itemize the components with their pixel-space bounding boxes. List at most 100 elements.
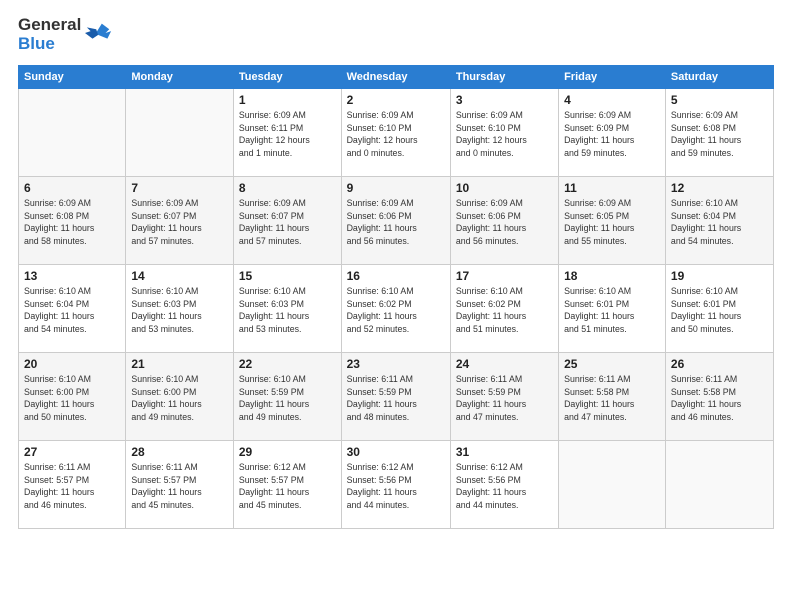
week-row-1: 1 Sunrise: 6:09 AMSunset: 6:11 PMDaylight… <box>19 88 774 176</box>
calendar-cell: 29Sunrise: 6:12 AMSunset: 5:57 PMDayligh… <box>233 440 341 528</box>
day-info: Sunrise: 6:09 AMSunset: 6:10 PMDaylight:… <box>347 109 445 160</box>
day-info: Sunrise: 6:10 AMSunset: 6:04 PMDaylight:… <box>24 285 120 336</box>
weekday-header-tuesday: Tuesday <box>233 65 341 88</box>
calendar-cell: 13 Sunrise: 6:10 AMSunset: 6:04 PMDayligh… <box>19 264 126 352</box>
logo: General Blue <box>18 16 113 55</box>
weekday-header-friday: Friday <box>559 65 666 88</box>
header: General Blue <box>18 16 774 55</box>
calendar-cell: 30 Sunrise: 6:12 AMSunset: 5:56 PMDayligh… <box>341 440 450 528</box>
day-info: Sunrise: 6:10 AMSunset: 6:03 PMDaylight:… <box>131 285 228 336</box>
day-number: 22 <box>239 357 336 371</box>
calendar-cell: 25Sunrise: 6:11 AMSunset: 5:58 PMDayligh… <box>559 352 666 440</box>
calendar-cell: 3 Sunrise: 6:09 AMSunset: 6:10 PMDaylight… <box>450 88 558 176</box>
day-info: Sunrise: 6:10 AMSunset: 6:00 PMDaylight:… <box>131 373 228 424</box>
day-info: Sunrise: 6:10 AMSunset: 6:04 PMDaylight:… <box>671 197 768 248</box>
day-number: 12 <box>671 181 768 195</box>
day-info: Sunrise: 6:09 AMSunset: 6:08 PMDaylight:… <box>24 197 120 248</box>
day-number: 27 <box>24 445 120 459</box>
calendar-cell: 21 Sunrise: 6:10 AMSunset: 6:00 PMDayligh… <box>126 352 234 440</box>
calendar-cell: 5 Sunrise: 6:09 AMSunset: 6:08 PMDaylight… <box>665 88 773 176</box>
calendar-cell <box>126 88 234 176</box>
calendar-cell: 26Sunrise: 6:11 AMSunset: 5:58 PMDayligh… <box>665 352 773 440</box>
calendar-cell: 10 Sunrise: 6:09 AMSunset: 6:06 PMDayligh… <box>450 176 558 264</box>
day-number: 24 <box>456 357 553 371</box>
calendar-cell: 31 Sunrise: 6:12 AMSunset: 5:56 PMDayligh… <box>450 440 558 528</box>
day-info: Sunrise: 6:09 AMSunset: 6:10 PMDaylight:… <box>456 109 553 160</box>
weekday-header-saturday: Saturday <box>665 65 773 88</box>
day-info: Sunrise: 6:10 AMSunset: 6:01 PMDaylight:… <box>671 285 768 336</box>
logo-text-general: General <box>18 15 81 34</box>
calendar-cell <box>665 440 773 528</box>
day-number: 17 <box>456 269 553 283</box>
calendar-cell: 16 Sunrise: 6:10 AMSunset: 6:02 PMDayligh… <box>341 264 450 352</box>
day-info: Sunrise: 6:10 AMSunset: 6:00 PMDaylight:… <box>24 373 120 424</box>
day-number: 21 <box>131 357 228 371</box>
calendar-cell <box>19 88 126 176</box>
week-row-4: 20 Sunrise: 6:10 AMSunset: 6:00 PMDayligh… <box>19 352 774 440</box>
calendar-cell: 8 Sunrise: 6:09 AMSunset: 6:07 PMDaylight… <box>233 176 341 264</box>
weekday-header-thursday: Thursday <box>450 65 558 88</box>
calendar-cell <box>559 440 666 528</box>
day-number: 30 <box>347 445 445 459</box>
day-info: Sunrise: 6:10 AMSunset: 6:02 PMDaylight:… <box>456 285 553 336</box>
day-info: Sunrise: 6:09 AMSunset: 6:05 PMDaylight:… <box>564 197 660 248</box>
day-info: Sunrise: 6:10 AMSunset: 6:01 PMDaylight:… <box>564 285 660 336</box>
day-number: 18 <box>564 269 660 283</box>
day-number: 6 <box>24 181 120 195</box>
day-info: Sunrise: 6:09 AMSunset: 6:09 PMDaylight:… <box>564 109 660 160</box>
day-info: Sunrise: 6:09 AMSunset: 6:07 PMDaylight:… <box>239 197 336 248</box>
weekday-header-wednesday: Wednesday <box>341 65 450 88</box>
calendar-cell: 22 Sunrise: 6:10 AMSunset: 5:59 PMDayligh… <box>233 352 341 440</box>
calendar-cell: 7 Sunrise: 6:09 AMSunset: 6:07 PMDaylight… <box>126 176 234 264</box>
day-number: 23 <box>347 357 445 371</box>
day-number: 14 <box>131 269 228 283</box>
day-number: 25 <box>564 357 660 371</box>
calendar-cell: 19 Sunrise: 6:10 AMSunset: 6:01 PMDayligh… <box>665 264 773 352</box>
day-number: 31 <box>456 445 553 459</box>
day-info: Sunrise: 6:11 AMSunset: 5:59 PMDaylight:… <box>347 373 445 424</box>
day-info: Sunrise: 6:10 AMSunset: 6:03 PMDaylight:… <box>239 285 336 336</box>
day-info: Sunrise: 6:12 AMSunset: 5:57 PMDaylight:… <box>239 461 336 512</box>
day-number: 3 <box>456 93 553 107</box>
day-info: Sunrise: 6:09 AMSunset: 6:06 PMDaylight:… <box>347 197 445 248</box>
week-row-3: 13 Sunrise: 6:10 AMSunset: 6:04 PMDayligh… <box>19 264 774 352</box>
calendar-cell: 12 Sunrise: 6:10 AMSunset: 6:04 PMDayligh… <box>665 176 773 264</box>
day-number: 19 <box>671 269 768 283</box>
weekday-header-monday: Monday <box>126 65 234 88</box>
weekday-header-sunday: Sunday <box>19 65 126 88</box>
page: General Blue SundayMondayTuesdayWednesda… <box>0 0 792 612</box>
day-number: 7 <box>131 181 228 195</box>
week-row-2: 6 Sunrise: 6:09 AMSunset: 6:08 PMDaylight… <box>19 176 774 264</box>
calendar-cell: 17 Sunrise: 6:10 AMSunset: 6:02 PMDayligh… <box>450 264 558 352</box>
day-number: 13 <box>24 269 120 283</box>
calendar-cell: 14 Sunrise: 6:10 AMSunset: 6:03 PMDayligh… <box>126 264 234 352</box>
day-number: 9 <box>347 181 445 195</box>
day-number: 20 <box>24 357 120 371</box>
day-info: Sunrise: 6:11 AMSunset: 5:57 PMDaylight:… <box>24 461 120 512</box>
day-info: Sunrise: 6:12 AMSunset: 5:56 PMDaylight:… <box>347 461 445 512</box>
day-info: Sunrise: 6:09 AMSunset: 6:08 PMDaylight:… <box>671 109 768 160</box>
day-info: Sunrise: 6:12 AMSunset: 5:56 PMDaylight:… <box>456 461 553 512</box>
day-info: Sunrise: 6:09 AMSunset: 6:11 PMDaylight:… <box>239 109 336 160</box>
calendar-cell: 2 Sunrise: 6:09 AMSunset: 6:10 PMDaylight… <box>341 88 450 176</box>
calendar-cell: 4 Sunrise: 6:09 AMSunset: 6:09 PMDaylight… <box>559 88 666 176</box>
calendar-cell: 27 Sunrise: 6:11 AMSunset: 5:57 PMDayligh… <box>19 440 126 528</box>
day-number: 5 <box>671 93 768 107</box>
day-number: 4 <box>564 93 660 107</box>
day-number: 16 <box>347 269 445 283</box>
day-info: Sunrise: 6:11 AMSunset: 5:57 PMDaylight:… <box>131 461 228 512</box>
week-row-5: 27 Sunrise: 6:11 AMSunset: 5:57 PMDayligh… <box>19 440 774 528</box>
day-info: Sunrise: 6:10 AMSunset: 6:02 PMDaylight:… <box>347 285 445 336</box>
day-info: Sunrise: 6:09 AMSunset: 6:07 PMDaylight:… <box>131 197 228 248</box>
calendar-cell: 18 Sunrise: 6:10 AMSunset: 6:01 PMDayligh… <box>559 264 666 352</box>
weekday-header-row: SundayMondayTuesdayWednesdayThursdayFrid… <box>19 65 774 88</box>
calendar-cell: 23 Sunrise: 6:11 AMSunset: 5:59 PMDayligh… <box>341 352 450 440</box>
calendar-cell: 11Sunrise: 6:09 AMSunset: 6:05 PMDayligh… <box>559 176 666 264</box>
day-number: 1 <box>239 93 336 107</box>
day-number: 8 <box>239 181 336 195</box>
day-number: 2 <box>347 93 445 107</box>
logo-text-blue: Blue <box>18 34 55 53</box>
day-info: Sunrise: 6:09 AMSunset: 6:06 PMDaylight:… <box>456 197 553 248</box>
day-info: Sunrise: 6:10 AMSunset: 5:59 PMDaylight:… <box>239 373 336 424</box>
day-number: 10 <box>456 181 553 195</box>
